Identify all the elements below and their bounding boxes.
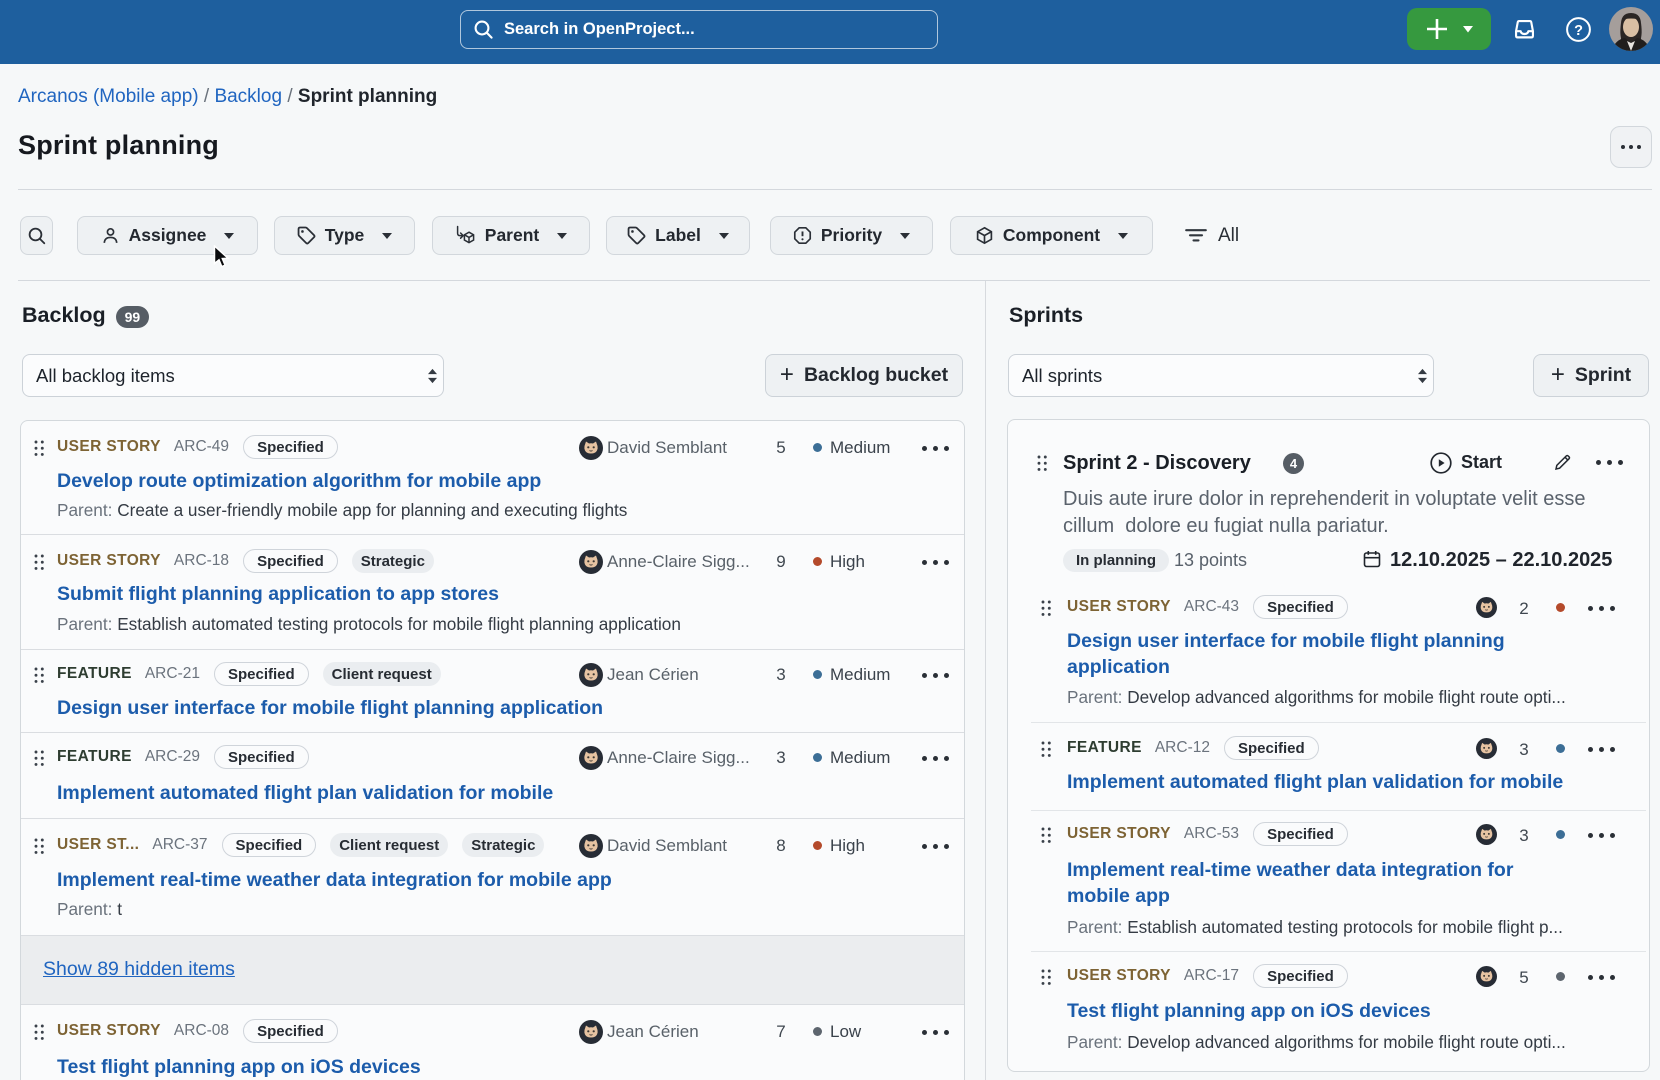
svg-text:?: ? xyxy=(1574,23,1583,39)
